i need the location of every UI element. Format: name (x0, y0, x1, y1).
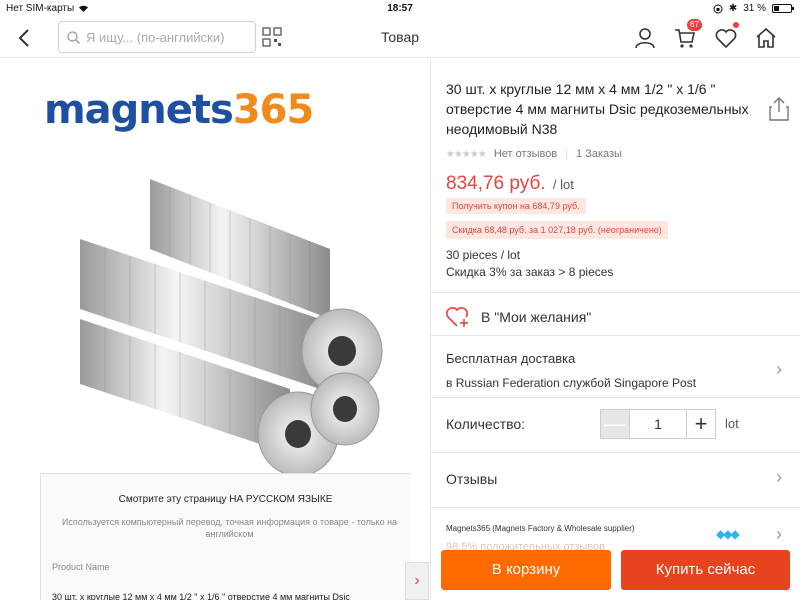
buy-now-button[interactable]: Купить сейчас (621, 550, 790, 590)
chevron-right-icon[interactable]: › (776, 359, 782, 380)
quantity-unit: lot (725, 416, 739, 431)
divider (431, 335, 800, 336)
page-title: Товар (380, 29, 420, 45)
lot-info: 30 pieces / lot Скидка 3% за заказ > 8 p… (446, 247, 613, 281)
top-nav-bar: Товар 67 (0, 18, 800, 58)
bulk-discount: Скидка 3% за заказ > 8 pieces (446, 265, 614, 279)
heart-icon[interactable] (714, 26, 738, 50)
bluetooth-icon: ✱ (728, 3, 738, 14)
battery-percent: 31 % (743, 3, 766, 14)
reviews-link[interactable]: Отзывы (446, 471, 786, 487)
quantity-stepper[interactable]: — + (600, 409, 716, 439)
product-image[interactable]: magnets365 (40, 79, 400, 480)
search-box[interactable] (58, 21, 256, 53)
star-rating-icon: ★★★★★ (446, 148, 487, 160)
search-input[interactable] (86, 29, 246, 45)
add-to-wishlist-button[interactable]: В "Мои желания" (445, 305, 591, 329)
chevron-right-icon[interactable]: › (776, 467, 782, 488)
product-details-panel: 30 шт. x круглые 12 мм x 4 мм 1/2 " x 1/… (431, 59, 800, 600)
wishlist-heart-icon (446, 307, 468, 327)
translation-notice-title: Смотрите эту страницу НА РУССКОМ ЯЗЫКЕ (118, 494, 333, 505)
coupon-button[interactable]: Получить купон на 684,79 руб. (446, 198, 586, 214)
search-icon (67, 30, 80, 44)
orders-count: 1 Заказы (576, 148, 622, 160)
quantity-decrease-button[interactable]: — (600, 409, 630, 439)
rating-separator: | (565, 148, 569, 160)
reviews-count: Нет отзывов (493, 148, 558, 160)
shipping-detail: в Russian Federation службой Singapore P… (446, 376, 697, 390)
magnets-photo (80, 179, 383, 477)
divider (431, 397, 800, 398)
rotation-lock-icon (713, 4, 723, 13)
translation-notice-subtitle: Используется компьютерный перевод, точна… (61, 517, 398, 539)
chevron-right-icon[interactable]: › (405, 562, 429, 600)
back-icon[interactable] (14, 26, 36, 50)
qr-scan-icon[interactable] (262, 27, 282, 47)
translation-notice[interactable]: Смотрите эту страницу НА РУССКОМ ЯЗЫКЕ И… (40, 473, 410, 600)
shipping-option[interactable]: Бесплатная доставка в Russian Federation… (446, 347, 786, 395)
divider (431, 452, 800, 453)
wishlist-notification-dot (733, 22, 739, 28)
status-bar: Нет SIM-карты 18:57 ✱ 31 % (0, 0, 800, 18)
pieces-per-lot: 30 pieces / lot (446, 248, 521, 262)
product-name-value: 30 шт. x круглые 12 мм x 4 мм 1/2 " x 1/… (52, 592, 350, 600)
divider (431, 292, 800, 293)
share-icon[interactable] (768, 96, 790, 122)
price-value: 834,76 руб. (446, 173, 546, 194)
battery-icon (772, 4, 794, 13)
add-to-cart-button[interactable]: В корзину (441, 550, 611, 590)
product-title: 30 шт. x круглые 12 мм x 4 мм 1/2 " x 1/… (446, 81, 749, 137)
diamond-icon: ◆◆◆ (716, 527, 740, 541)
price-unit: / lot (552, 177, 574, 192)
shipping-title: Бесплатная доставка (446, 351, 576, 366)
status-right: ✱ 31 % (713, 3, 794, 14)
wishlist-label: В "Мои желания" (481, 309, 592, 325)
product-price: 834,76 руб. / lot (446, 173, 574, 195)
cart-count-badge: 67 (687, 19, 702, 31)
home-icon[interactable] (754, 26, 778, 50)
product-gallery-panel: magnets365 Смотрите эту страницу НА РУСС… (0, 59, 430, 600)
divider (431, 507, 800, 508)
status-time: 18:57 (387, 3, 413, 14)
quantity-increase-button[interactable]: + (686, 409, 716, 439)
chevron-right-icon[interactable]: › (776, 524, 782, 545)
discount-badge: Скидка 68,48 руб. за 1 027,18 руб. (неог… (446, 221, 668, 239)
quantity-label: Количество: (446, 416, 526, 432)
quantity-input[interactable] (630, 409, 686, 439)
product-name-label: Product Name (52, 562, 110, 572)
rating-row: ★★★★★ Нет отзывов | 1 Заказы (446, 148, 622, 160)
user-icon[interactable] (633, 26, 657, 50)
